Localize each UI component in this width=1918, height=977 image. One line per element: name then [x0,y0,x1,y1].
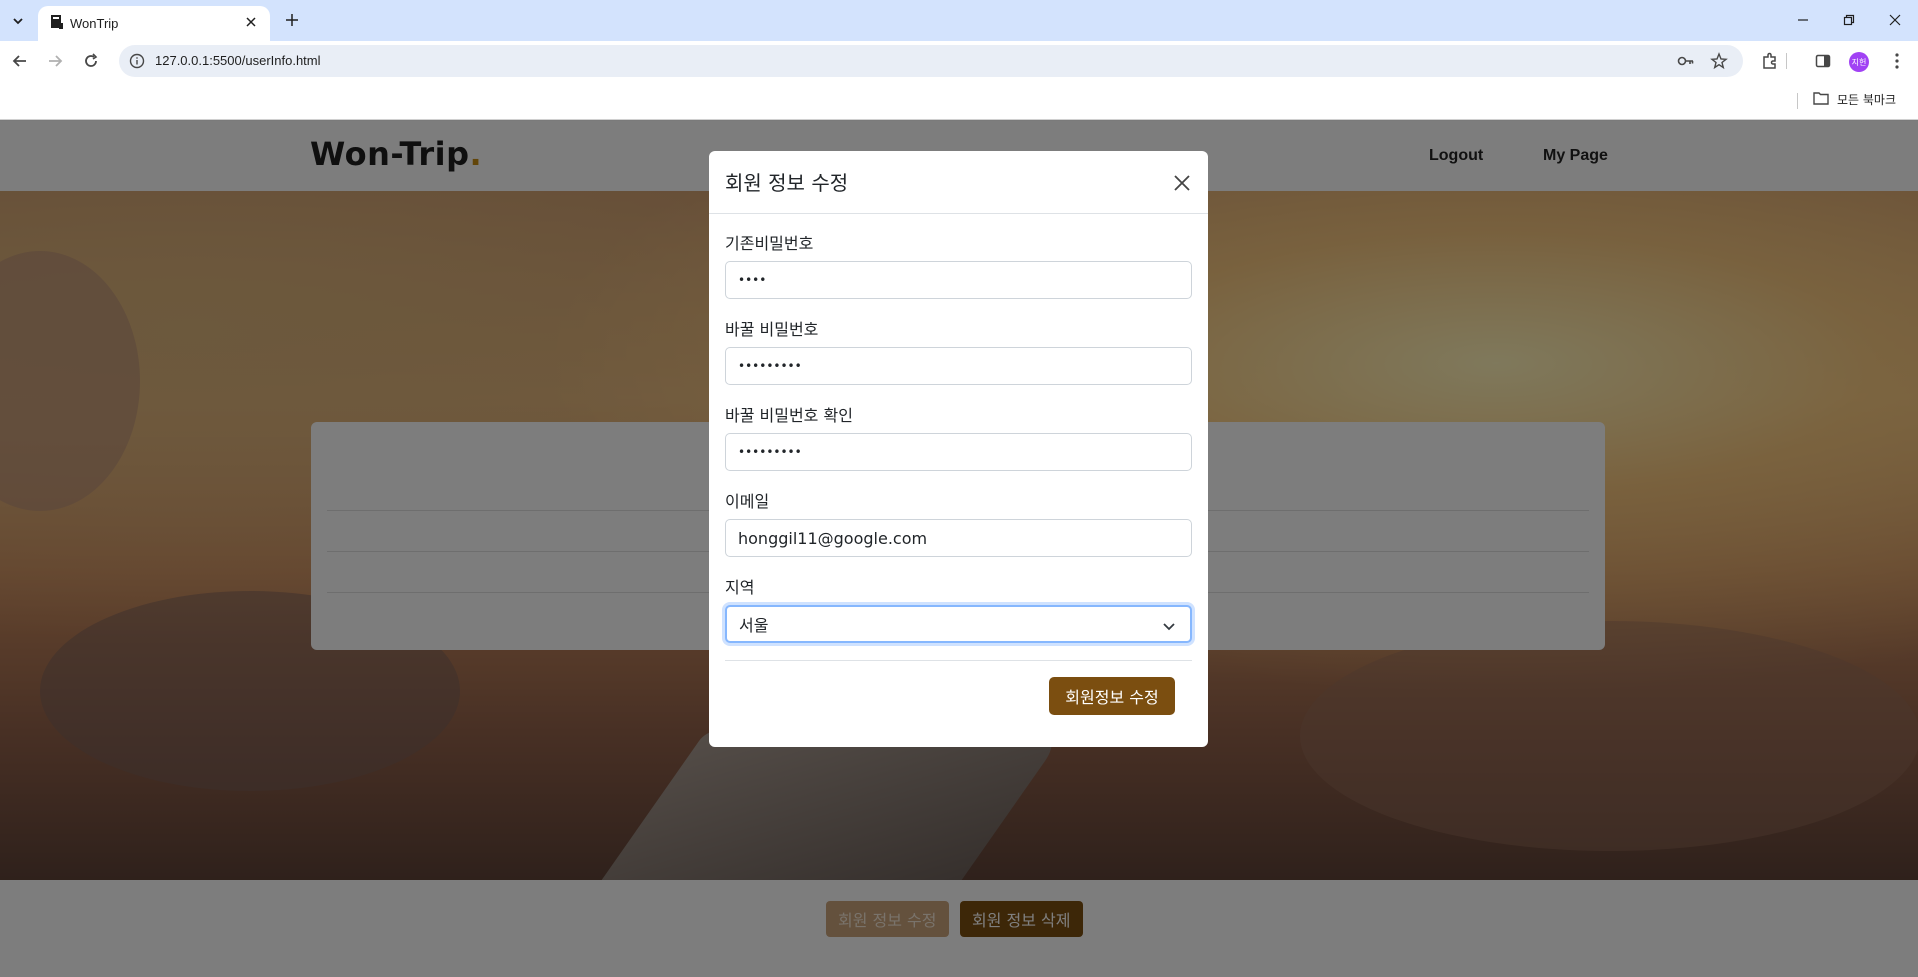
modal-header: 회원 정보 수정 [709,151,1208,214]
url-text: 127.0.0.1:5500/userInfo.html [155,53,321,68]
new-tab-plus-icon[interactable] [280,9,304,33]
folder-icon [1813,91,1829,108]
modal-title: 회원 정보 수정 [725,171,849,195]
all-bookmarks-folder[interactable]: 모든 북마크 [1813,91,1896,108]
back-arrow-icon[interactable] [8,49,32,73]
region-label: 지역 [725,578,755,597]
close-icon[interactable] [1170,171,1194,195]
restore-icon[interactable] [1826,6,1872,34]
browser-toolbar: 127.0.0.1:5500/userInfo.html 지헌 [0,41,1918,81]
password-key-icon[interactable] [1677,52,1695,70]
confirm-password-label: 바꿀 비밀번호 확인 [725,406,853,425]
tab-title: WonTrip [70,16,119,31]
browser-tab[interactable]: WonTrip [38,6,270,41]
chevron-down-icon [1162,618,1176,632]
window-close-icon[interactable] [1872,6,1918,34]
bookmark-star-icon[interactable] [1710,52,1728,70]
new-password-input[interactable]: ••••••••• [725,347,1192,385]
region-select[interactable]: 서울 [725,605,1192,643]
all-bookmarks-label: 모든 북마크 [1837,93,1897,107]
submit-update-button[interactable]: 회원정보 수정 [1049,677,1175,715]
region-selected-value: 서울 [739,616,769,635]
confirm-password-input[interactable]: ••••••••• [725,433,1192,471]
document-favicon-icon [50,14,64,30]
side-panel-icon[interactable] [1811,49,1835,73]
page-viewport: Won-Trip. Logout My Page 회원 정보 수정 회원 정보 … [0,121,1918,977]
address-bar[interactable]: 127.0.0.1:5500/userInfo.html [119,45,1743,77]
minimize-icon[interactable] [1780,6,1826,34]
browser-tab-bar: WonTrip [0,0,1918,41]
modal-footer-divider [725,660,1192,661]
current-password-input[interactable]: •••• [725,261,1192,299]
bookmarks-bar: 모든 북마크 [0,81,1918,120]
current-password-label: 기존비밀번호 [725,234,814,253]
tab-search-chevron-icon[interactable] [6,9,30,33]
tab-close-icon[interactable] [242,14,260,32]
edit-user-modal: 회원 정보 수정 기존비밀번호 •••• 바꿀 비밀번호 ••••••••• 바… [709,151,1208,747]
bookmarks-divider [1797,93,1798,109]
toolbar-divider [1786,53,1787,69]
profile-avatar[interactable]: 지헌 [1849,52,1869,72]
browser-menu-kebab-icon[interactable] [1885,49,1909,73]
new-password-label: 바꿀 비밀번호 [725,320,819,339]
email-field[interactable]: honggil11@google.com [725,519,1192,557]
extensions-puzzle-icon[interactable] [1758,49,1782,73]
reload-icon[interactable] [79,49,103,73]
email-label: 이메일 [725,492,770,511]
site-info-icon[interactable] [129,53,145,69]
forward-arrow-icon[interactable] [43,49,67,73]
